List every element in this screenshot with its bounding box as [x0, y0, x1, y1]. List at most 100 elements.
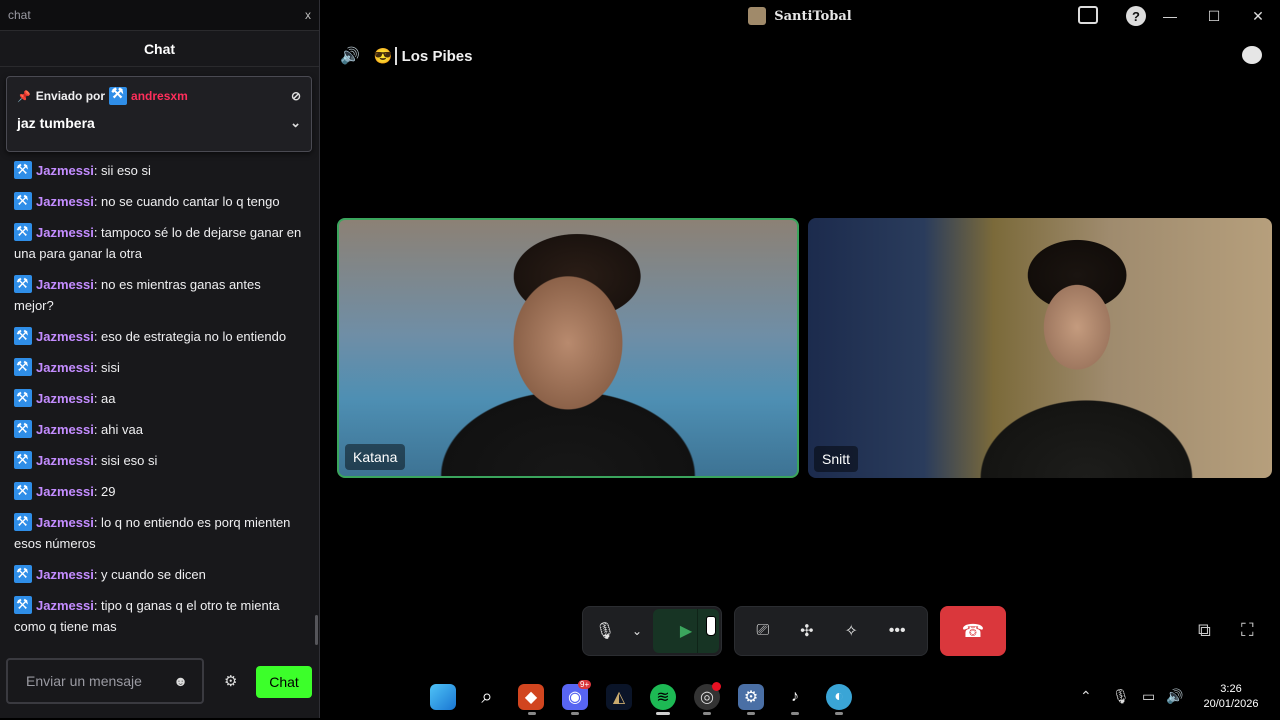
channel-separator: [394, 47, 397, 65]
close-icon[interactable]: ✕: [1236, 8, 1280, 25]
moderator-badge-icon: [14, 273, 32, 294]
chat-message: Jazmessi: lo q no entiendo es porq mient…: [14, 511, 304, 554]
volume-icon[interactable]: 🔊: [1166, 688, 1183, 705]
channel-name: Los Pibes: [401, 47, 473, 65]
settings-gear-icon[interactable]: ⚙: [738, 684, 764, 710]
chat-message-text: : y cuando se dicen: [93, 567, 206, 582]
chat-username[interactable]: Jazmessi: [36, 453, 94, 468]
chat-message: Jazmessi: sisi: [14, 356, 304, 378]
maximize-icon[interactable]: ☐: [1192, 8, 1236, 25]
chat-input[interactable]: Enviar un mensaje ☻: [6, 658, 204, 704]
chat-message-text: : no se cuando cantar lo q tengo: [93, 194, 280, 209]
chat-message: Jazmessi: no es mientras ganas antes mej…: [14, 273, 304, 316]
speaker-icon: 🔊: [340, 48, 360, 65]
discord-notification-badge: 9+: [578, 680, 592, 689]
moderator-badge-icon: [14, 325, 32, 346]
clock-date: 20/01/2026: [1203, 698, 1259, 710]
mic-options-chevron-icon[interactable]: ⌄: [627, 624, 647, 638]
participant-tile-snitt[interactable]: Snitt: [808, 218, 1272, 478]
moderator-badge-icon: [14, 594, 32, 615]
taskbar-clock[interactable]: 3:26 20/01/2026: [1198, 682, 1264, 712]
tiktok-icon[interactable]: ♪: [782, 684, 808, 710]
chat-username[interactable]: Jazmessi: [36, 515, 94, 530]
chat-message-text: : ahi vaa: [93, 422, 143, 437]
window-controls: — ☐ ✕: [1148, 0, 1280, 32]
audio-video-controls: 🎙 ⌄ ▶: [582, 606, 722, 656]
search-icon[interactable]: ⌕: [474, 684, 500, 710]
participant-tile-katana[interactable]: Katana: [337, 218, 799, 478]
inbox-icon[interactable]: [1078, 6, 1098, 24]
tray-microphone-icon[interactable]: 🎙: [1112, 688, 1130, 705]
chat-username[interactable]: Jazmessi: [36, 277, 94, 292]
chat-message: Jazmessi: tipo q ganas q el otro te mien…: [14, 594, 304, 637]
moderator-badge-icon: [14, 449, 32, 470]
chat-message-list: Jazmessi: sii eso siJazmessi: no se cuan…: [0, 150, 318, 637]
moderator-badge-icon: [14, 356, 32, 377]
chat-username[interactable]: Jazmessi: [36, 163, 94, 178]
disconnect-button[interactable]: ☎: [940, 606, 1006, 656]
chevron-down-icon[interactable]: ⌄: [290, 115, 301, 131]
chat-username[interactable]: Jazmessi: [36, 225, 94, 240]
pinned-message[interactable]: 📌 Enviado por andresxm ⊘ jaz tumbera ⌄: [6, 76, 312, 152]
pinned-header: 📌 Enviado por andresxm ⊘: [17, 85, 301, 105]
chat-settings-gear-icon[interactable]: ⚙: [224, 672, 237, 690]
chat-message: Jazmessi: 29: [14, 480, 304, 502]
screen-share-icon[interactable]: ⎚: [756, 622, 769, 640]
league-of-legends-icon[interactable]: ◭: [606, 684, 632, 710]
tiktok-running-indicator: [791, 712, 799, 715]
chevron-up-icon[interactable]: ⌃: [1080, 688, 1092, 705]
app-logo-icon: [748, 7, 767, 25]
chat-message-text: : sii eso si: [93, 163, 151, 178]
chat-username[interactable]: Jazmessi: [36, 422, 94, 437]
mouse-cursor-hand-icon: [706, 616, 716, 636]
chat-username[interactable]: Jazmessi: [36, 329, 94, 344]
chat-header: Chat: [0, 31, 319, 67]
moderator-badge-icon: [14, 563, 32, 584]
moderator-badge-icon: [14, 190, 32, 211]
activities-icon[interactable]: ✣: [800, 621, 813, 641]
globe-app-icon[interactable]: ◐: [826, 684, 852, 710]
brave-browser-icon[interactable]: ◆: [518, 684, 544, 710]
chat-message: Jazmessi: aa: [14, 387, 304, 409]
show-chat-icon[interactable]: [1242, 46, 1262, 64]
windows-start-icon[interactable]: [430, 684, 456, 710]
minimize-icon[interactable]: —: [1148, 8, 1192, 24]
moderator-badge-icon: [109, 85, 128, 105]
chat-titlebar: chat x: [0, 0, 319, 31]
chat-input-placeholder: Enviar un mensaje: [26, 673, 142, 689]
microphone-icon[interactable]: 🎙: [583, 621, 627, 641]
pinned-username[interactable]: andresxm: [131, 89, 188, 103]
chat-username[interactable]: Jazmessi: [36, 194, 94, 209]
chat-close-button[interactable]: x: [305, 8, 311, 22]
chat-username[interactable]: Jazmessi: [36, 484, 94, 499]
chat-input-area: Enviar un mensaje ☻ ⚙ Chat: [0, 656, 318, 708]
chat-username[interactable]: Jazmessi: [36, 360, 94, 375]
chat-message-text: : sisi eso si: [93, 453, 158, 468]
moderator-badge-icon: [14, 418, 32, 439]
chat-message: Jazmessi: y cuando se dicen: [14, 563, 304, 585]
activity-controls: ⎚ ✣ ✧ •••: [734, 606, 928, 656]
help-icon[interactable]: ?: [1126, 6, 1146, 26]
chat-message: Jazmessi: sisi eso si: [14, 449, 304, 471]
chat-username[interactable]: Jazmessi: [36, 598, 94, 613]
spotify-icon[interactable]: ≋: [650, 684, 676, 710]
chat-message: Jazmessi: ahi vaa: [14, 418, 304, 440]
network-icon[interactable]: ▭: [1142, 688, 1155, 705]
moderator-badge-icon: [14, 511, 32, 532]
fullscreen-icon[interactable]: ⛶: [1241, 620, 1254, 641]
popout-icon[interactable]: ⧉: [1198, 620, 1211, 641]
hang-up-phone-icon: ☎: [961, 620, 985, 641]
chat-message-text: : aa: [93, 391, 116, 406]
soundboard-icon[interactable]: ✧: [844, 621, 857, 641]
chat-scrollbar[interactable]: [315, 615, 318, 645]
chat-username[interactable]: Jazmessi: [36, 391, 94, 406]
moderator-badge-icon: [14, 480, 32, 501]
video-camera-icon: ▶: [679, 623, 693, 640]
more-options-icon[interactable]: •••: [889, 622, 906, 640]
chat-username[interactable]: Jazmessi: [36, 567, 94, 582]
voice-channel-header: 🔊 😎 Los Pibes: [340, 44, 472, 68]
emote-picker-icon[interactable]: ☻: [173, 673, 188, 689]
hide-pinned-icon[interactable]: ⊘: [291, 89, 301, 103]
chat-send-button[interactable]: Chat: [256, 666, 312, 698]
spotify-running-indicator: [656, 712, 670, 715]
